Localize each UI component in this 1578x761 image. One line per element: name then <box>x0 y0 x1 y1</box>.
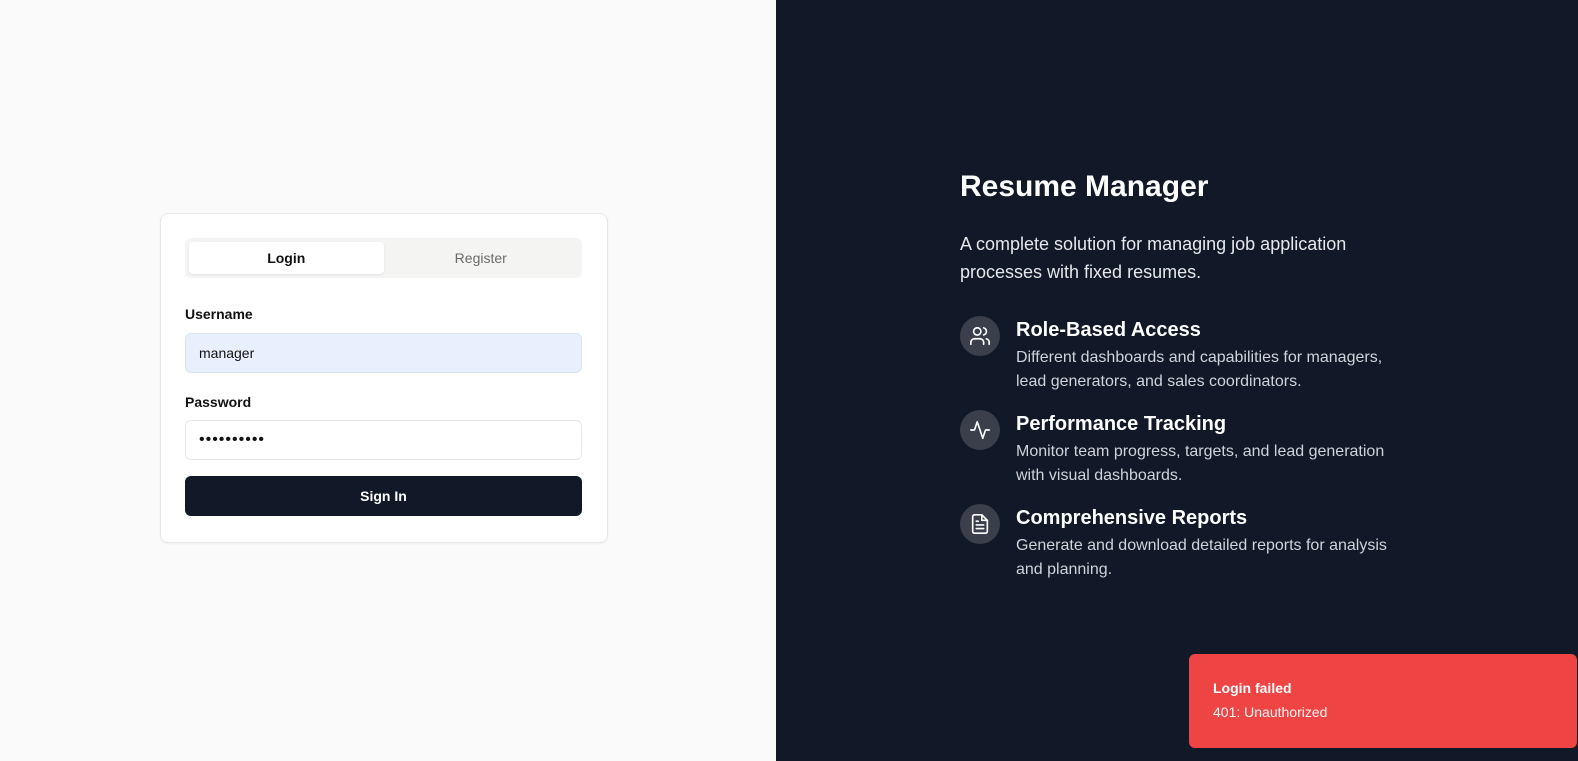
feature-item: Performance Tracking Monitor team progre… <box>960 410 1400 488</box>
tab-login[interactable]: Login <box>189 242 384 274</box>
error-toast[interactable]: Login failed 401: Unauthorized <box>1189 654 1577 748</box>
hero: Resume Manager A complete solution for m… <box>960 168 1400 598</box>
feature-text: Comprehensive Reports Generate and downl… <box>1016 504 1400 582</box>
toast-message: 401: Unauthorized <box>1213 704 1328 720</box>
toast-title: Login failed <box>1213 680 1292 696</box>
left-pane: Login Register Username manager Password… <box>0 0 776 761</box>
feature-text: Performance Tracking Monitor team progre… <box>1016 410 1400 488</box>
feature-title: Performance Tracking <box>1016 413 1227 435</box>
feature-title: Role-Based Access <box>1016 319 1201 341</box>
sign-in-button[interactable]: Sign In <box>185 476 582 516</box>
auth-card: Login Register Username manager Password… <box>160 213 608 543</box>
feature-description: Monitor team progress, targets, and lead… <box>1016 443 1385 484</box>
password-label: Password <box>185 394 252 410</box>
users-icon <box>960 316 1000 356</box>
username-value: manager <box>199 345 255 361</box>
password-input[interactable]: •••••••••• <box>185 420 582 460</box>
auth-tabs: Login Register <box>185 238 582 278</box>
password-value: •••••••••• <box>199 431 266 448</box>
file-text-icon <box>960 504 1000 544</box>
hero-description: A complete solution for managing job app… <box>960 234 1347 282</box>
right-pane: Resume Manager A complete solution for m… <box>776 0 1578 761</box>
tab-register[interactable]: Register <box>384 242 579 274</box>
username-input[interactable]: manager <box>185 333 582 373</box>
feature-item: Comprehensive Reports Generate and downl… <box>960 504 1400 582</box>
activity-icon <box>960 410 1000 450</box>
feature-description: Generate and download detailed reports f… <box>1016 537 1387 578</box>
feature-title: Comprehensive Reports <box>1016 507 1248 529</box>
username-label: Username <box>185 306 253 322</box>
feature-item: Role-Based Access Different dashboards a… <box>960 316 1400 394</box>
feature-description: Different dashboards and capabilities fo… <box>1016 349 1383 390</box>
feature-list: Role-Based Access Different dashboards a… <box>960 316 1400 582</box>
feature-text: Role-Based Access Different dashboards a… <box>1016 316 1400 394</box>
hero-title: Resume Manager <box>960 170 1209 203</box>
